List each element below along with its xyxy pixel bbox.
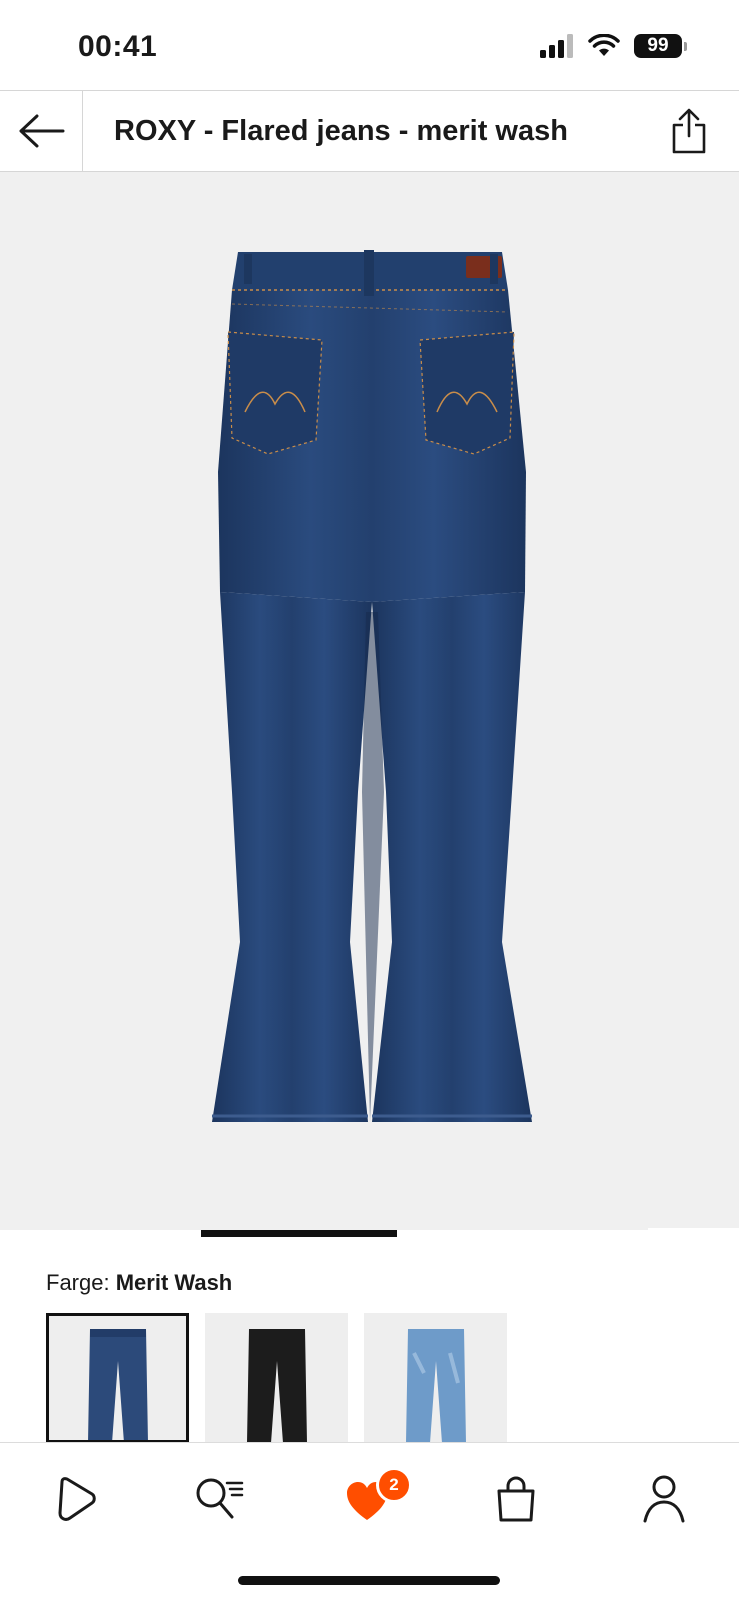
- nav-bag[interactable]: [486, 1469, 546, 1529]
- gallery-progress-bar: [201, 1230, 602, 1237]
- swatch-merit-wash-image: [88, 1329, 148, 1443]
- back-button[interactable]: [0, 91, 83, 171]
- share-icon: [672, 108, 706, 154]
- color-value: Merit Wash: [115, 1270, 233, 1295]
- swatch-light-blue-image: [406, 1329, 466, 1443]
- jeans-image: [212, 250, 532, 1122]
- nav-profile[interactable]: [634, 1469, 694, 1529]
- battery-level: 99: [634, 34, 682, 58]
- color-swatches: [46, 1313, 507, 1443]
- bag-icon: [497, 1476, 535, 1522]
- status-indicators: 99: [540, 34, 687, 58]
- signal-icon: [540, 34, 573, 58]
- battery-icon: 99: [634, 34, 687, 58]
- color-label-prefix: Farge:: [46, 1270, 110, 1295]
- swatch-light-blue[interactable]: [364, 1313, 507, 1443]
- swatch-merit-wash[interactable]: [46, 1313, 189, 1443]
- home-indicator: [238, 1576, 500, 1585]
- page-title: ROXY - Flared jeans - merit wash: [114, 115, 568, 147]
- wishlist-button[interactable]: [648, 1228, 739, 1230]
- status-time: 00:41: [78, 30, 158, 63]
- product-header: ROXY - Flared jeans - merit wash: [0, 90, 739, 172]
- arrow-left-icon: [19, 114, 65, 148]
- gallery-progress-fill: [201, 1230, 398, 1237]
- wifi-icon: [588, 34, 620, 56]
- profile-icon: [643, 1475, 685, 1523]
- nav-wishlist[interactable]: 2: [342, 1467, 412, 1529]
- share-button[interactable]: [667, 105, 711, 157]
- wishlist-count-badge: 2: [376, 1467, 412, 1503]
- nav-home[interactable]: [46, 1469, 106, 1529]
- product-image[interactable]: [0, 172, 739, 1230]
- nav-search[interactable]: [190, 1469, 250, 1529]
- search-icon: [196, 1478, 244, 1519]
- color-label: Farge: Merit Wash: [46, 1270, 232, 1296]
- home-icon: [58, 1477, 96, 1521]
- swatch-black-image: [247, 1329, 307, 1443]
- status-bar: 00:41 99: [0, 0, 739, 90]
- swatch-black[interactable]: [205, 1313, 348, 1443]
